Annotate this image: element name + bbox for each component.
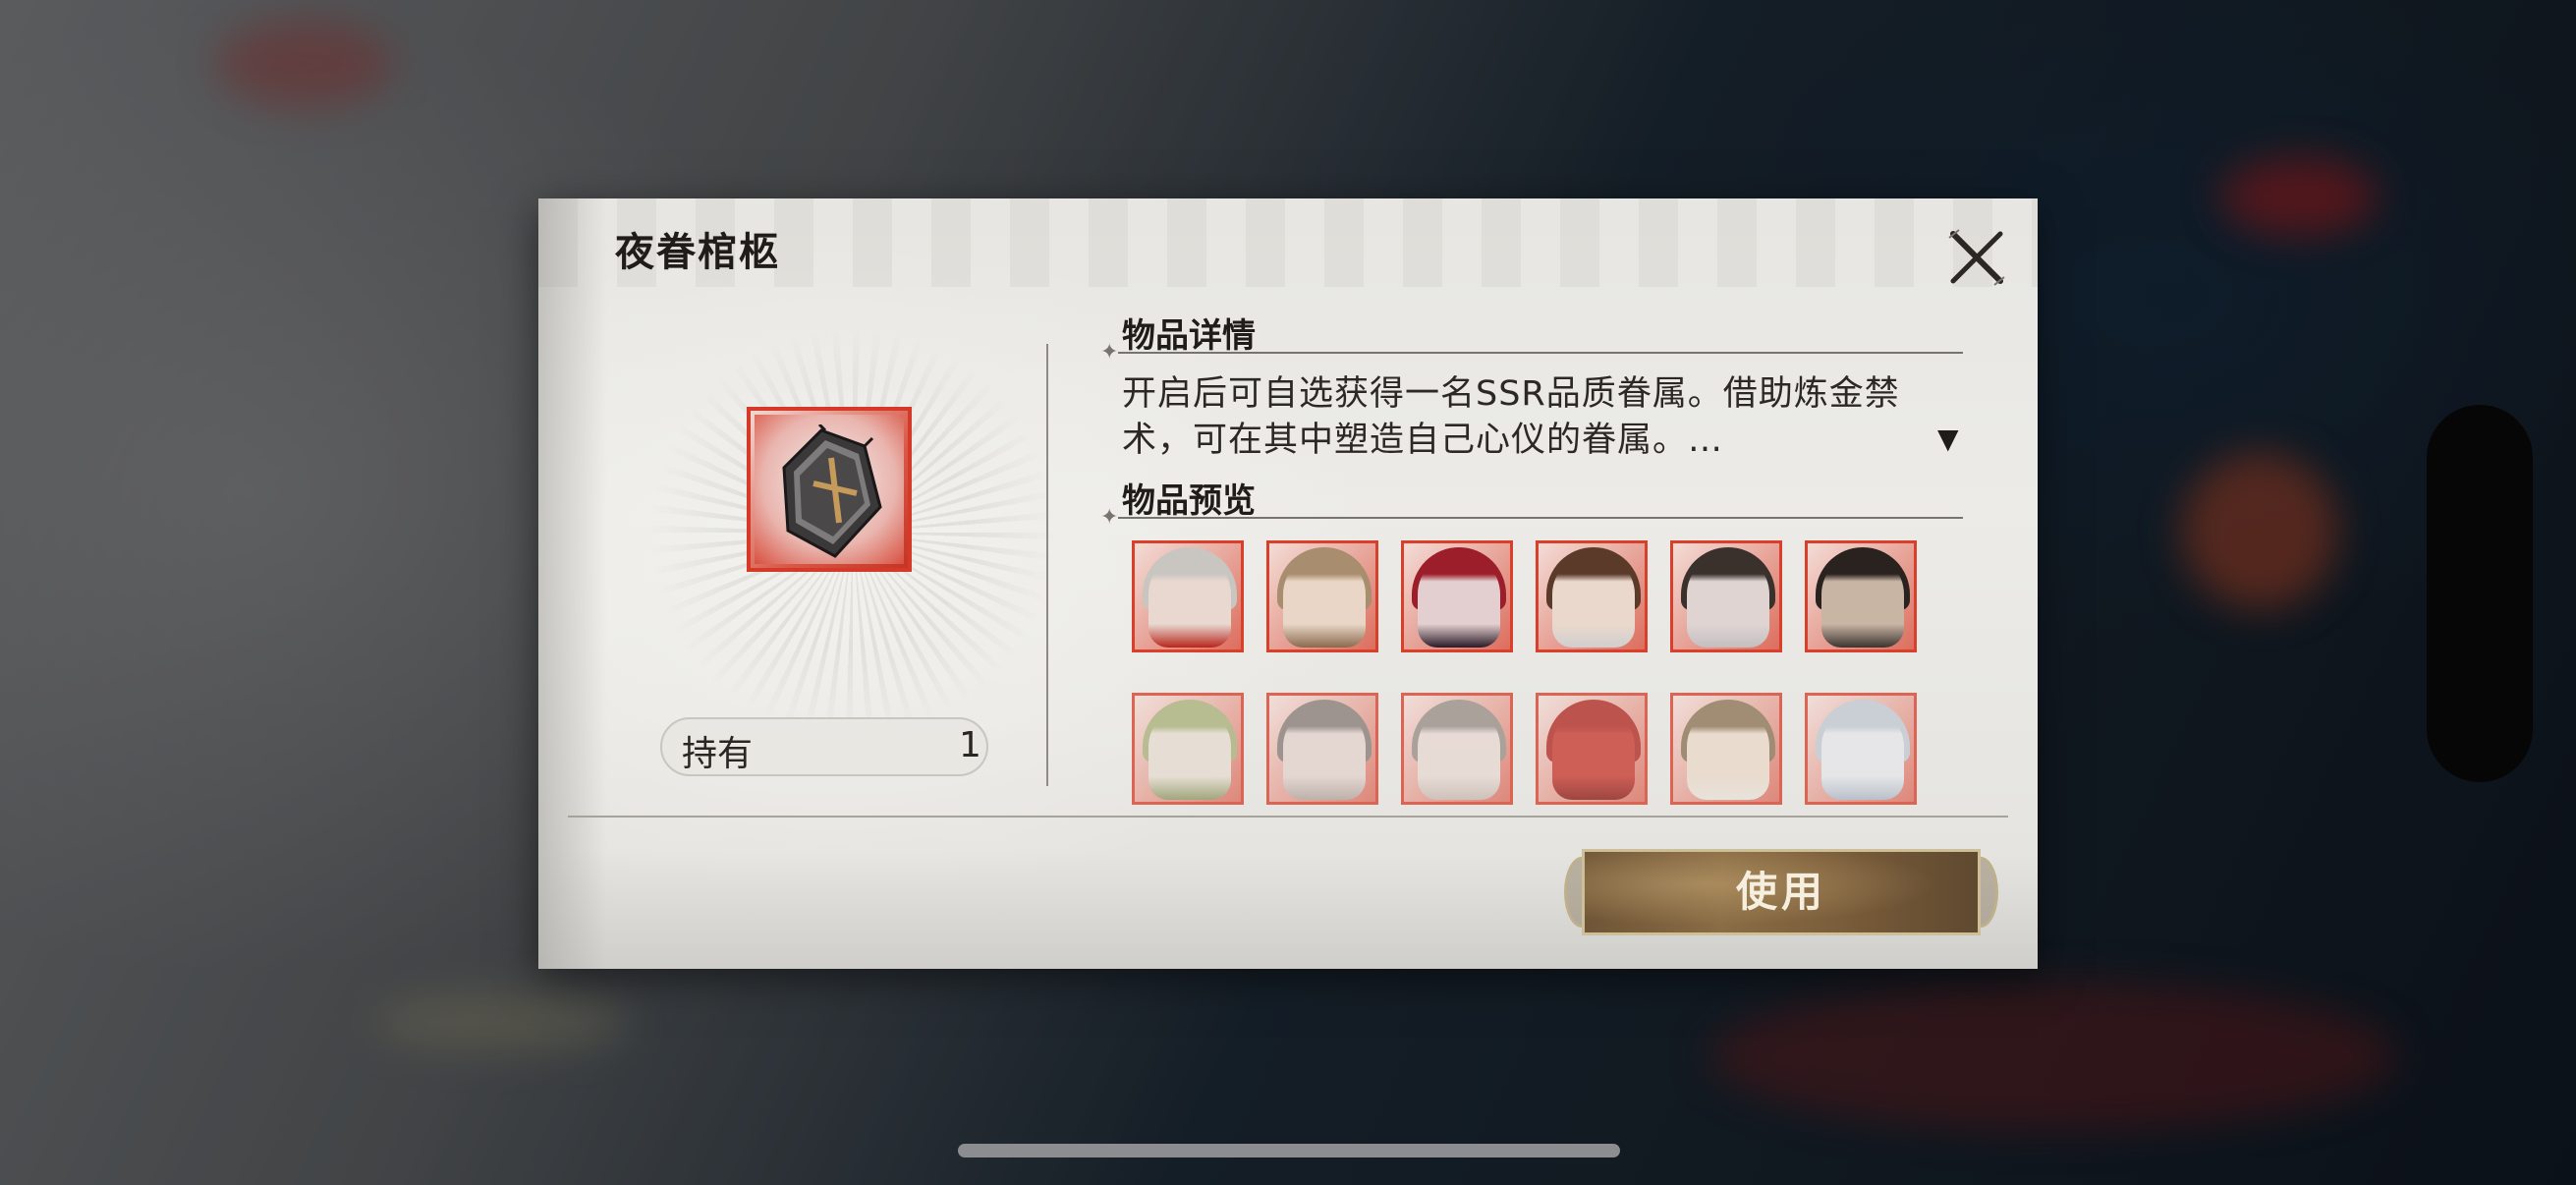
divider-star-icon: ✦ xyxy=(1100,505,1119,530)
character-portrait[interactable] xyxy=(1670,693,1782,805)
portrait-face xyxy=(1687,553,1769,648)
use-button-label: 使用 xyxy=(1735,868,1826,916)
portrait-face xyxy=(1687,705,1769,800)
portrait-face xyxy=(1418,553,1500,648)
divider-star-icon: ✦ xyxy=(1100,340,1119,365)
footer-divider xyxy=(568,816,2008,818)
character-portrait[interactable] xyxy=(1805,693,1917,805)
preview-heading: 物品预览 xyxy=(1122,481,1256,521)
portrait-face xyxy=(1148,705,1231,800)
portrait-face xyxy=(1821,705,1904,800)
portrait-face xyxy=(1821,553,1904,648)
portrait-face xyxy=(1418,705,1500,800)
panel-divider xyxy=(1046,344,1048,786)
portrait-face xyxy=(1283,705,1366,800)
details-heading: 物品详情 xyxy=(1122,316,1256,356)
character-portrait[interactable] xyxy=(1266,693,1378,805)
details-divider xyxy=(1118,352,1963,354)
portrait-face xyxy=(1283,553,1366,648)
character-portrait[interactable] xyxy=(1670,540,1782,652)
owned-label: 持有 xyxy=(682,734,754,774)
character-portrait[interactable] xyxy=(1401,540,1513,652)
owned-count: 1 xyxy=(959,725,981,765)
portrait-face xyxy=(1148,553,1231,648)
character-portrait[interactable] xyxy=(1536,540,1648,652)
coffin-icon xyxy=(782,424,882,558)
character-portrait[interactable] xyxy=(1132,540,1244,652)
item-dialog: 夜眷棺柩 持有 1 物品详情 ✦ 开启后可自选获得一名SSR品质眷属。借助炼金禁… xyxy=(538,198,2038,969)
close-x-icon xyxy=(1948,229,2005,286)
close-button[interactable] xyxy=(1945,226,2008,289)
use-button[interactable]: 使用 xyxy=(1564,843,1998,941)
character-portrait[interactable] xyxy=(1805,540,1917,652)
portrait-face xyxy=(1552,705,1635,800)
home-indicator[interactable] xyxy=(958,1144,1620,1157)
item-description: 开启后可自选获得一名SSR品质眷属。借助炼金禁术，可在其中塑造自己心仪的眷属。… xyxy=(1122,374,1900,460)
expand-description-icon[interactable]: ▼ xyxy=(1937,423,1959,455)
dialog-title: 夜眷棺柩 xyxy=(615,229,780,275)
character-portrait[interactable] xyxy=(1401,693,1513,805)
character-portrait[interactable] xyxy=(1266,540,1378,652)
preview-divider xyxy=(1118,517,1963,519)
side-handle xyxy=(2427,405,2533,782)
character-portrait[interactable] xyxy=(1132,693,1244,805)
portrait-face xyxy=(1552,553,1635,648)
item-icon-frame[interactable] xyxy=(747,407,912,572)
character-portrait[interactable] xyxy=(1536,693,1648,805)
